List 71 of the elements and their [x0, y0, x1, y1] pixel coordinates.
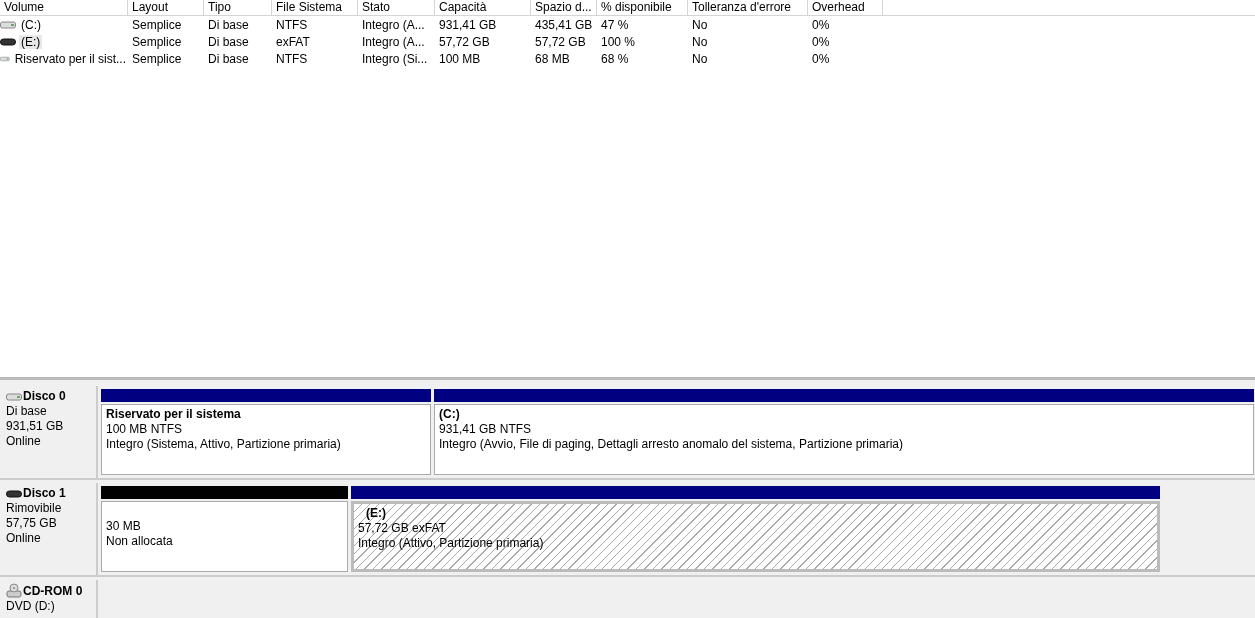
table-cell-text: Semplice	[131, 17, 183, 32]
drive-icon	[6, 392, 22, 401]
column-header[interactable]: Volume	[0, 0, 128, 15]
drive-icon	[6, 489, 22, 498]
table-cell-text: 68 %	[600, 51, 630, 66]
column-header[interactable]: % disponibile	[597, 0, 688, 15]
partition-size: 30 MB	[106, 519, 142, 534]
column-header[interactable]: Capacità	[435, 0, 531, 15]
table-cell-text: 68 MB	[534, 51, 571, 66]
drive-icon	[0, 37, 16, 46]
column-header[interactable]: Spazio d...	[531, 0, 597, 15]
table-cell-text: Di base	[207, 51, 250, 66]
column-header[interactable]: Layout	[128, 0, 204, 15]
disk-info: Online	[6, 434, 42, 449]
disk-info: DVD (D:)	[6, 599, 56, 614]
drive-label[interactable]: (E:)	[19, 34, 43, 49]
disk-info: 57,75 GB	[6, 516, 58, 531]
table-cell-text: Semplice	[131, 51, 183, 66]
disk-info: 931,51 GB	[6, 419, 65, 434]
disk-name: Disco 1	[23, 486, 66, 501]
disk-info: Online	[6, 531, 42, 546]
table-cell-text: 100 %	[600, 34, 637, 49]
table-cell-text: Di base	[207, 34, 250, 49]
table-cell-text: Di base	[207, 17, 250, 32]
partition-status: Integro (Avvio, File di paging, Dettagli arresto anomalo del sistema, Partizione primaria)	[439, 437, 904, 452]
table-cell-text: No	[691, 34, 709, 49]
column-header[interactable]: Tipo	[204, 0, 272, 15]
disk-name: CD-ROM 0	[23, 583, 83, 599]
drive-label[interactable]: (C:)	[19, 17, 43, 32]
partition-status: Non allocata	[106, 534, 174, 549]
table-cell-text: Integro (Si...	[361, 51, 429, 66]
column-header[interactable]: Stato	[358, 0, 435, 15]
table-cell-text: 435,41 GB	[534, 17, 594, 32]
partition-status: Integro (Attivo, Partizione primaria)	[358, 536, 545, 551]
table-cell-text: 0%	[811, 17, 831, 32]
column-header[interactable]: Tolleranza d'errore	[688, 0, 808, 15]
partition-block[interactable]: Riservato per il sistema 100 MB NTFS Integro (Sistema, Attivo, Partizione primaria)	[101, 404, 431, 475]
table-cell-text: exFAT	[275, 34, 311, 49]
partition-block[interactable]: (E:) 57,72 GB exFAT Integro (Attivo, Partizione primaria)	[351, 501, 1160, 572]
table-cell-text: NTFS	[275, 51, 309, 66]
disk-info: Rimovibile	[6, 501, 63, 516]
partition-block[interactable]: 30 MB Non allocata	[101, 501, 348, 572]
table-cell-text: No	[691, 51, 709, 66]
disk-name: Disco 0	[23, 389, 66, 404]
partition-status: Integro (Sistema, Attivo, Partizione primaria)	[106, 437, 342, 452]
table-cell-text: 0%	[811, 34, 831, 49]
table-cell-text: No	[691, 17, 709, 32]
table-cell-text: 47 %	[600, 17, 630, 32]
column-header[interactable]: File Sistema	[272, 0, 358, 15]
partition-size: 57,72 GB exFAT	[358, 521, 447, 536]
table-cell-text: 57,72 GB	[438, 34, 491, 49]
partition-size: 100 MB NTFS	[106, 422, 184, 437]
table-cell-text: 931,41 GB	[438, 17, 498, 32]
cd-drive-icon	[6, 583, 22, 599]
drive-icon	[0, 20, 16, 29]
partition-block[interactable]: (C:) 931,41 GB NTFS Integro (Avvio, File di paging, Dettagli arresto anomalo del sistema, Partizione primaria)	[434, 404, 1254, 475]
drive-icon	[0, 54, 10, 63]
column-header[interactable]: Overhead	[808, 0, 883, 15]
drive-label[interactable]: Riservato per il sist...	[12, 51, 128, 66]
partition-size: 931,41 GB NTFS	[439, 422, 533, 437]
partition-title: (E:)	[365, 506, 387, 521]
disk-info: Di base	[6, 404, 48, 419]
table-cell-text: NTFS	[275, 17, 309, 32]
table-cell-text: 0%	[811, 51, 831, 66]
table-cell-text: Integro (A...	[361, 17, 426, 32]
partition-title: (C:)	[439, 407, 461, 422]
table-cell-text: Semplice	[131, 34, 183, 49]
table-cell-text: 100 MB	[438, 51, 482, 66]
table-cell-text: Integro (A...	[361, 34, 426, 49]
table-cell-text: 57,72 GB	[534, 34, 587, 49]
partition-title: Riservato per il sistema	[106, 407, 242, 422]
